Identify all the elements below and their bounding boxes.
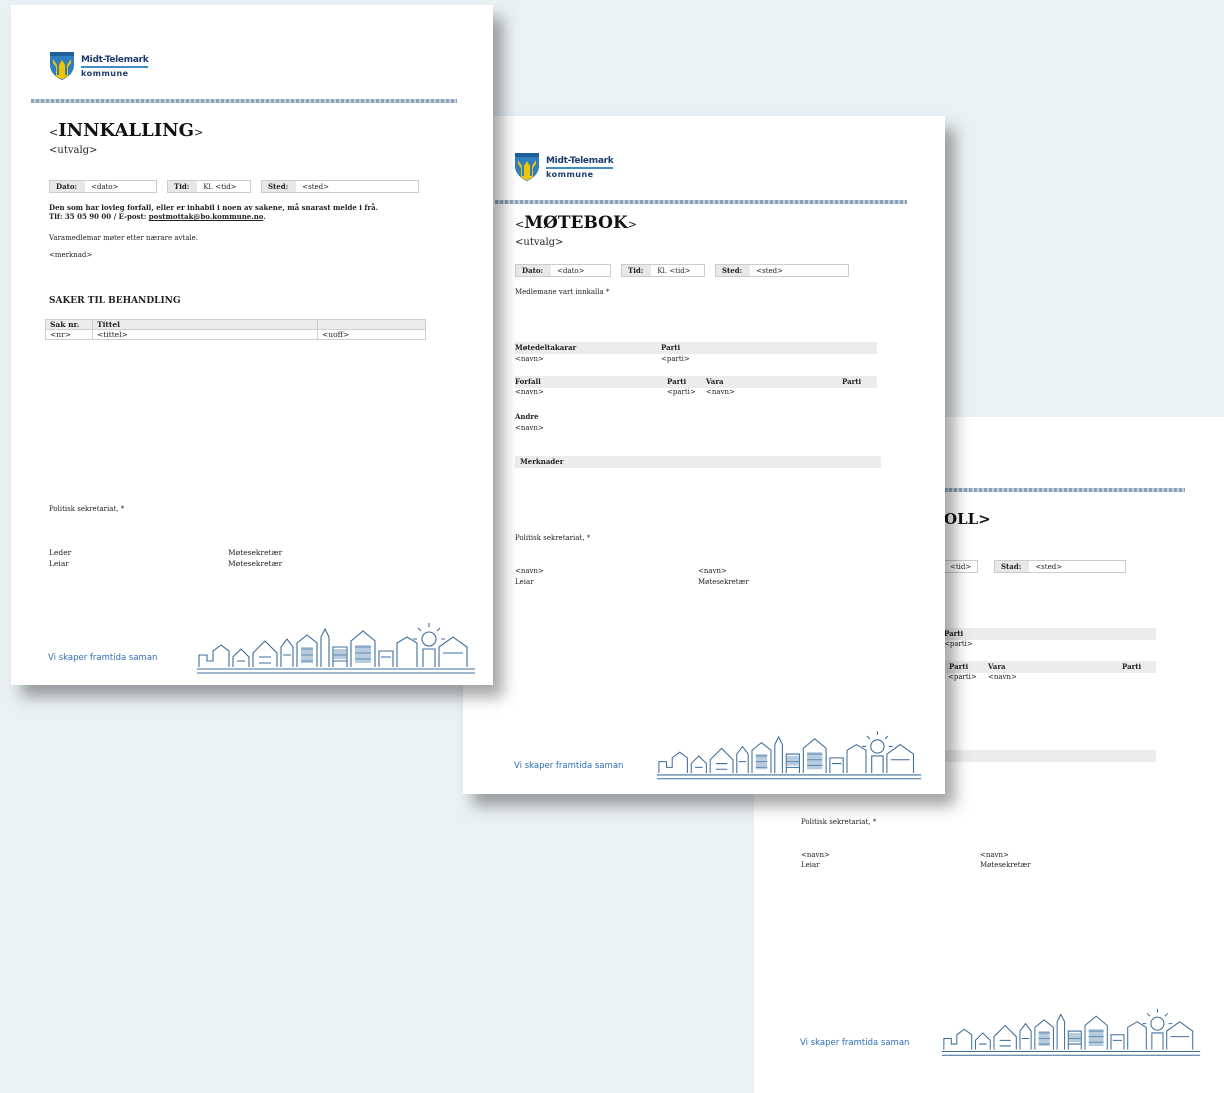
- saker-heading: SAKER TIL BEHANDLING: [49, 296, 181, 306]
- coat-of-arms-icon: [49, 51, 75, 81]
- innkalling-title: <INNKALLING>: [49, 120, 204, 141]
- sekretar-label-2: Møtesekretær: [228, 559, 283, 568]
- sekretar-label: Møtesekretær: [980, 861, 1031, 869]
- motebok-title: <MØTEBOK>: [515, 213, 637, 233]
- cell-nr: <nr>: [45, 329, 93, 340]
- leiar-navn: <navn>: [801, 851, 830, 859]
- vara-label: Vara: [706, 377, 724, 386]
- forfall-parti-label: Parti: [667, 377, 687, 386]
- dato-field: Dato: <dato>: [515, 264, 611, 277]
- forfall-label: Forfall: [515, 377, 541, 386]
- utvalg-placeholder: <utvalg>: [49, 145, 98, 156]
- parti-label: Parti: [944, 629, 964, 638]
- medlemane-note: Medlemane vart innkalla *: [515, 288, 610, 296]
- merknader-bar: [515, 456, 881, 468]
- forfall-parti-label: Parti: [949, 662, 969, 671]
- dato-field: Dato: <dato>: [49, 180, 157, 193]
- politisk-sekretariat: Politisk sekretariat, *: [49, 505, 125, 513]
- sted-field: Sted: <sted>: [261, 180, 419, 193]
- kommune-logo: Midt-Telemark kommune: [49, 51, 149, 81]
- forfall-parti-value: <parti>: [948, 673, 977, 681]
- tid-field: <tid>: [944, 560, 979, 573]
- header-divider: [31, 99, 457, 103]
- leiar-label: Leiar: [515, 578, 534, 586]
- vara-label: Vara: [988, 662, 1006, 671]
- coat-of-arms-icon: [514, 152, 540, 182]
- andre-label: Andre: [515, 412, 539, 421]
- politisk-sekretariat: Politisk sekretariat, *: [801, 818, 877, 826]
- meta-fields: Dato: <dato> Tid: Kl. <tid> Sted: <sted>: [515, 264, 849, 277]
- merknad-placeholder: <merknad>: [49, 251, 93, 259]
- saker-table: Sak nr. Tittel <nr> <tittel> <uoff>: [45, 319, 426, 340]
- skyline-illustration: [942, 1002, 1202, 1062]
- vara-parti-label: Parti: [1122, 662, 1142, 671]
- stad-field: Stad: <sted>: [994, 560, 1126, 573]
- footer-slogan: Vi skaper framtida saman: [800, 1038, 910, 1048]
- cell-uoff: <uoff>: [317, 329, 426, 340]
- contact-line: Tlf: 35 05 90 00 / E-post: postmottak@bo…: [49, 212, 266, 221]
- header-divider: [939, 488, 1185, 492]
- header-divider: [495, 200, 907, 204]
- parti-value: <parti>: [944, 640, 973, 648]
- deltakar-navn: <navn>: [515, 355, 544, 363]
- varamedlemar-note: Varamedlemar møter etter nærare avtale.: [49, 234, 199, 242]
- footer-slogan: Vi skaper framtida saman: [48, 653, 158, 663]
- cell-tittel: <tittel>: [92, 329, 318, 340]
- forfall-navn: <navn>: [515, 388, 544, 396]
- forfall-parti: <parti>: [667, 388, 696, 396]
- utvalg-placeholder: <utvalg>: [515, 237, 564, 248]
- innkalling-page: Midt-Telemark kommune <INNKALLING> <utva…: [11, 5, 493, 685]
- vara-navn-value: <navn>: [988, 673, 1017, 681]
- merknader-bar: [939, 750, 1156, 762]
- andre-navn: <navn>: [515, 424, 544, 432]
- vara-navn: <navn>: [706, 388, 735, 396]
- forfall-notice: Den som har lovleg forfall, eller er inh…: [49, 203, 379, 212]
- merknader-label: Merknader: [520, 457, 564, 466]
- sekretar-navn: <navn>: [698, 567, 727, 575]
- table-header-row: Sak nr. Tittel: [45, 319, 426, 330]
- skyline-illustration: [197, 617, 477, 679]
- motebok-page: Midt-Telemark kommune <MØTEBOK> <utvalg>…: [463, 116, 945, 794]
- col-uoff: [317, 319, 426, 330]
- forfall-bar: [515, 376, 877, 388]
- deltakarar-header-bar: [939, 628, 1156, 640]
- sekretar-navn: <navn>: [980, 851, 1009, 859]
- kommune-logo: Midt-Telemark kommune: [514, 152, 614, 182]
- protokoll-title: OLL>: [944, 510, 991, 528]
- deltakar-parti: <parti>: [661, 355, 690, 363]
- footer-slogan: Vi skaper framtida saman: [514, 761, 624, 771]
- vara-parti-label: Parti: [842, 377, 862, 386]
- col-sak-nr: Sak nr.: [45, 319, 93, 330]
- politisk-sekretariat: Politisk sekretariat, *: [515, 534, 591, 542]
- parti-label: Parti: [661, 343, 681, 352]
- table-row: <nr> <tittel> <uoff>: [45, 329, 426, 340]
- tid-field: Tid: Kl. <tid>: [167, 180, 251, 193]
- skyline-illustration: [657, 724, 923, 786]
- tid-field: Tid: Kl. <tid>: [621, 264, 705, 277]
- motedeltakarar-label: Møtedeltakarar: [515, 343, 577, 352]
- meta-fields: Dato: <dato> Tid: Kl. <tid> Sted: <sted>: [49, 180, 419, 193]
- sted-field: Sted: <sted>: [715, 264, 849, 277]
- email-link[interactable]: postmottak@bo.kommune.no: [149, 212, 264, 221]
- leiar-navn: <navn>: [515, 567, 544, 575]
- sekretar-label-1: Møtesekretær: [228, 548, 283, 557]
- leiar-label: Leiar: [49, 559, 69, 568]
- leder-label: Leder: [49, 548, 72, 557]
- sekretar-label: Møtesekretær: [698, 578, 749, 586]
- col-tittel: Tittel: [92, 319, 318, 330]
- leiar-label: Leiar: [801, 861, 820, 869]
